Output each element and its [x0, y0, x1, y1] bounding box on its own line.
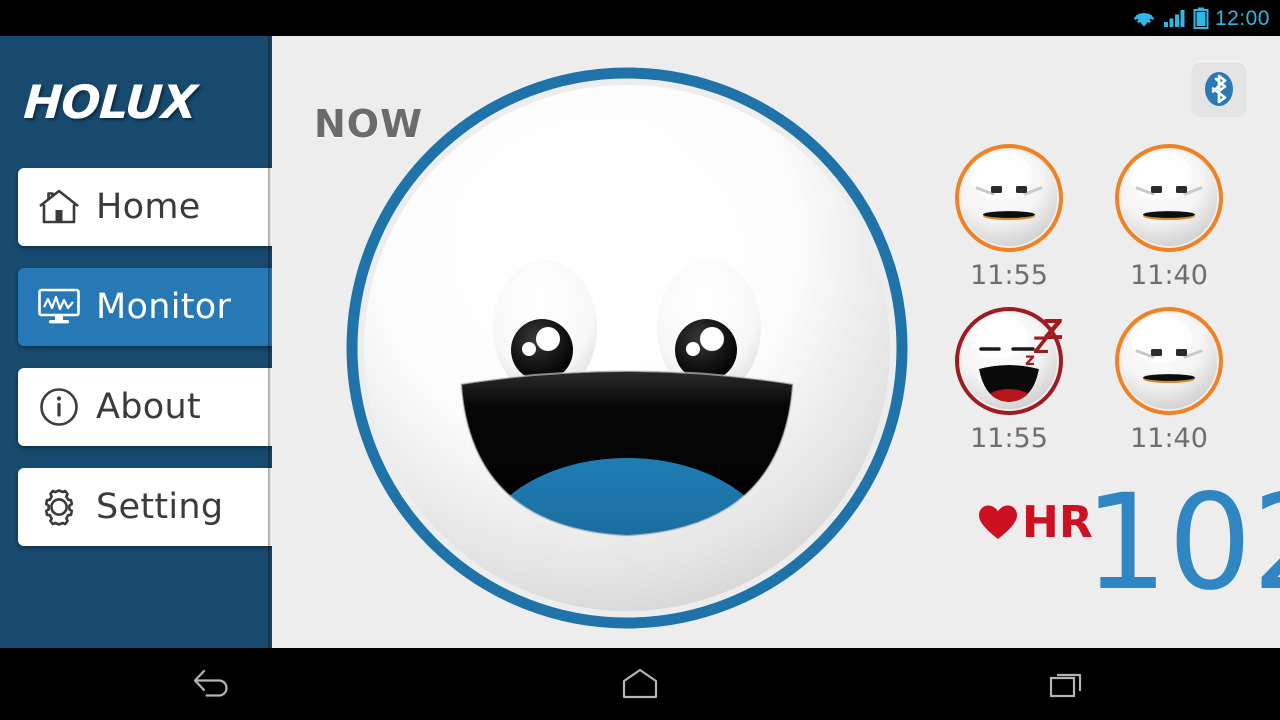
angry-face-icon: [1115, 144, 1223, 252]
sidebar-menu: Home Monitor About Setting: [0, 168, 272, 546]
battery-icon: [1193, 7, 1209, 29]
heart-rate-block: HR 102: [944, 477, 1280, 611]
svg-text:Z: Z: [1043, 313, 1063, 346]
bluetooth-icon: [1205, 72, 1233, 106]
heart-rate-label: HR: [1022, 497, 1093, 548]
sidebar-item-home[interactable]: Home: [18, 168, 272, 246]
brand-logo: HOLUX: [0, 36, 272, 168]
mood-history-row: z Z Z 11:55 11:40: [944, 305, 1234, 454]
recents-squares-icon: [1049, 673, 1081, 698]
home-button[interactable]: [427, 667, 854, 701]
sidebar-item-about[interactable]: About: [18, 368, 272, 446]
status-clock: 12:00: [1214, 6, 1270, 30]
back-button[interactable]: [0, 667, 427, 701]
house-icon: [36, 184, 82, 230]
mood-history-time: 11:40: [1130, 423, 1208, 454]
wifi-icon: [1133, 9, 1155, 27]
mood-history-time: 11:55: [970, 423, 1048, 454]
heart-rate-label-group: HR: [978, 501, 1093, 545]
brand-text: HOLUX: [22, 75, 199, 129]
main-content: NOW 11:55 11:40 z Z Z 11:55 11:40 HR 10: [272, 36, 1280, 648]
sidebar-item-setting-label: Setting: [96, 487, 224, 527]
app-screen: 12:00 HOLUX Home Monitor About Setting N…: [0, 0, 1280, 720]
sidebar-item-home-label: Home: [96, 187, 201, 227]
heart-icon: [979, 505, 1017, 539]
gear-icon: [36, 484, 82, 530]
recents-button[interactable]: [853, 667, 1280, 701]
bluetooth-button[interactable]: [1191, 61, 1247, 117]
mood-history: 11:55 11:40 z Z Z 11:55 11:40: [944, 142, 1234, 454]
info-circle-icon: [36, 384, 82, 430]
sidebar-item-monitor[interactable]: Monitor: [18, 268, 272, 346]
angry-face-icon: [1115, 307, 1223, 415]
sidebar-item-about-label: About: [96, 387, 201, 427]
sidebar-item-setting[interactable]: Setting: [18, 468, 272, 546]
status-bar: 12:00: [0, 0, 1280, 36]
signal-icon: [1163, 10, 1185, 27]
mood-history-cell[interactable]: 11:55: [944, 142, 1074, 291]
android-nav-bar: [0, 648, 1280, 720]
mood-history-row: 11:55 11:40: [944, 142, 1234, 291]
mood-history-time: 11:55: [970, 260, 1048, 291]
angry-face-icon: [955, 144, 1063, 252]
mood-history-time: 11:40: [1130, 260, 1208, 291]
monitor-ecg-icon: [36, 284, 82, 330]
heart-rate-value: 102: [1084, 466, 1280, 620]
back-arrow-icon: [194, 669, 228, 697]
current-mood-face[interactable]: [337, 58, 917, 638]
sidebar-item-monitor-label: Monitor: [96, 287, 232, 327]
home-pentagon-icon: [622, 668, 658, 699]
sleeping-face-icon: z Z Z: [955, 307, 1063, 415]
mood-history-cell[interactable]: 11:40: [1104, 142, 1234, 291]
sidebar: HOLUX Home Monitor About Setting: [0, 36, 272, 648]
mood-history-cell[interactable]: 11:40: [1104, 305, 1234, 454]
mood-history-cell[interactable]: z Z Z 11:55: [944, 305, 1074, 454]
